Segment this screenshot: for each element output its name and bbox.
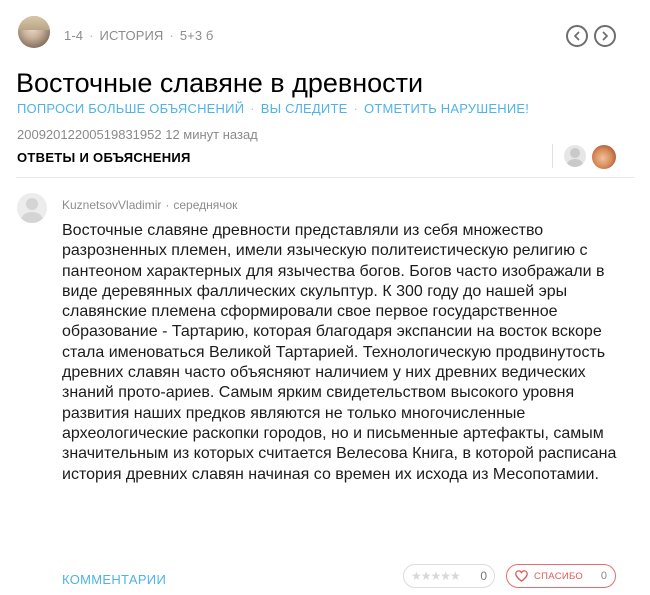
question-asked-info: 20092012200519831952 12 минут назад — [17, 127, 258, 142]
star-icon[interactable]: ★★★★★ — [411, 569, 461, 583]
author-name[interactable]: KuznetsovVladimir — [62, 198, 161, 212]
author-separator: · — [165, 198, 170, 212]
actions-separator: · — [250, 101, 255, 116]
next-arrow-icon — [602, 31, 608, 41]
grade-label: 1-4 — [64, 28, 84, 43]
rating-count: 0 — [480, 569, 487, 583]
answers-heading: ОТВЕТЫ И ОБЪЯСНЕНИЯ — [17, 150, 191, 165]
meta-separator: · — [89, 28, 94, 43]
comments-link[interactable]: КОММЕНТАРИИ — [62, 572, 166, 587]
question-actions: ПОПРОСИ БОЛЬШЕ ОБЪЯСНЕНИЙ · ВЫ СЛЕДИТЕ · ОТМ… — [17, 101, 529, 116]
author-avatar[interactable] — [17, 193, 47, 223]
prev-question-button[interactable] — [566, 25, 588, 47]
follower-avatar[interactable] — [592, 145, 616, 169]
asker-avatar[interactable] — [18, 16, 50, 48]
next-question-button[interactable] — [594, 25, 616, 47]
ask-more-link[interactable]: ПОПРОСИ БОЛЬШЕ ОБЪЯСНЕНИЙ — [17, 101, 244, 116]
rating-widget[interactable]: ★★★★★ 0 — [403, 564, 495, 588]
author-rank: середнячок — [173, 198, 238, 212]
follow-link[interactable]: ВЫ СЛЕДИТЕ — [261, 101, 348, 116]
points-label: 5+3 б — [179, 28, 214, 43]
actions-separator: · — [353, 101, 359, 116]
follower-avatar[interactable] — [564, 145, 586, 167]
meta-separator: · — [169, 28, 174, 43]
report-link[interactable]: ОТМЕТИТЬ НАРУШЕНИЕ! — [364, 101, 529, 116]
subject-link[interactable]: ИСТОРИЯ — [100, 28, 164, 43]
thanks-label: СПАСИБО — [534, 570, 584, 582]
thanks-count: 0 — [600, 570, 607, 582]
question-meta: 1-4 · ИСТОРИЯ · 5+3 б — [64, 28, 213, 43]
prev-arrow-icon — [574, 31, 580, 41]
answer-text: Восточные славяне древности представляли… — [62, 222, 617, 483]
answer-author: KuznetsovVladimir · середнячок — [62, 198, 237, 212]
question-title: Восточные славяне в древности — [16, 68, 424, 98]
section-divider — [16, 177, 634, 178]
divider — [552, 144, 553, 168]
heart-icon — [515, 570, 528, 582]
thanks-button[interactable]: СПАСИБО 0 — [506, 564, 616, 588]
